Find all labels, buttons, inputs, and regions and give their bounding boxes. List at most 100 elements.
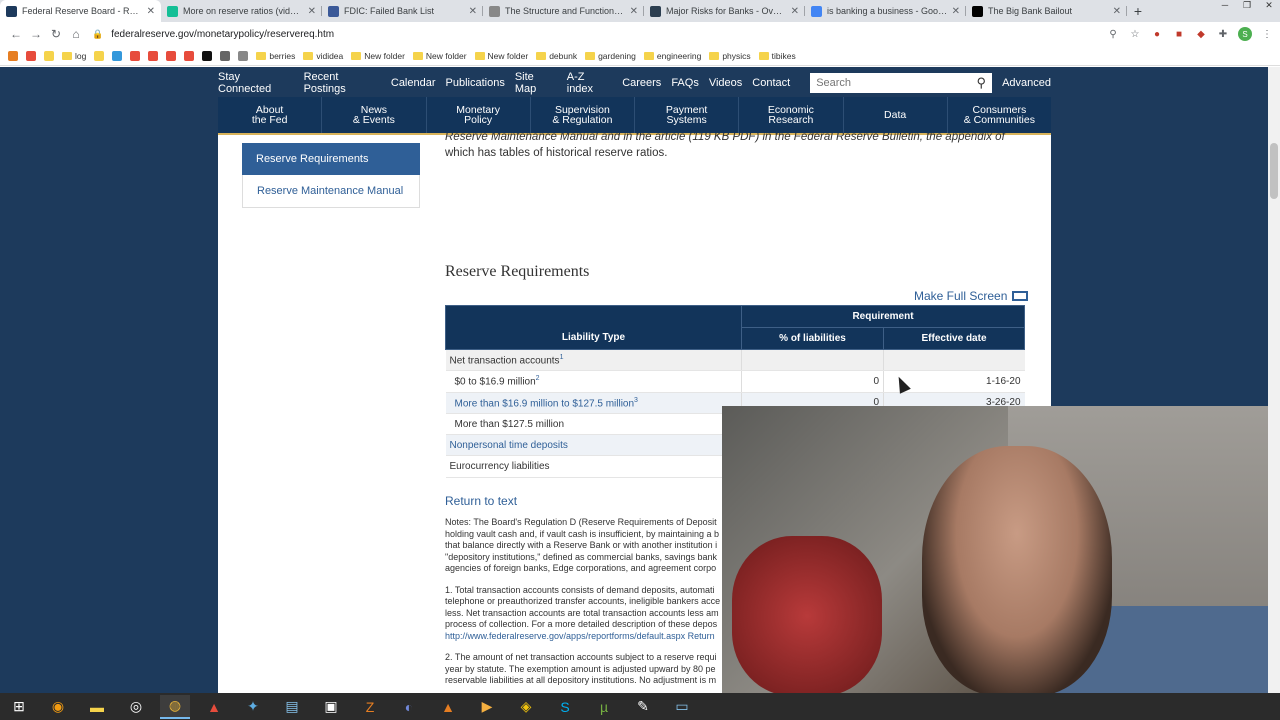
bookmark-favicon-icon[interactable]	[112, 50, 123, 61]
extension-opera-icon[interactable]: ●	[1150, 27, 1164, 41]
footnote-ref[interactable]: 2	[536, 375, 540, 382]
utorrent-icon[interactable]: µ	[589, 695, 619, 719]
zoom-icon[interactable]: ⚲	[1106, 27, 1120, 41]
discord-icon[interactable]: ◐	[394, 695, 424, 719]
utility-link[interactable]: Contact	[752, 77, 790, 89]
bookmark-item[interactable]: New folder	[412, 51, 467, 61]
footnote-ref[interactable]: 1	[560, 354, 564, 361]
bookmark-item[interactable]: physics	[709, 51, 751, 61]
obs-icon[interactable]: ◎	[121, 695, 151, 719]
browser-tab[interactable]: Federal Reserve Board - Reserve ✕	[0, 0, 161, 22]
bookmark-favicon-icon[interactable]	[130, 50, 141, 61]
avatar[interactable]: S	[1238, 27, 1252, 41]
utility-link[interactable]: Recent Postings	[304, 71, 381, 95]
tab-close-icon[interactable]: ✕	[1113, 6, 1121, 17]
main-nav-item[interactable]: Supervision & Regulation	[531, 97, 635, 133]
bookmark-item[interactable]: debunk	[536, 51, 577, 61]
bookmark-item[interactable]: vididea	[303, 51, 343, 61]
browser-tab[interactable]: The Big Bank Bailout ✕	[966, 0, 1127, 22]
search-icon[interactable]: ⚲	[977, 75, 987, 91]
main-nav-item[interactable]: News & Events	[322, 97, 427, 133]
bookmark-favicon-icon[interactable]	[26, 50, 36, 61]
browser-tab[interactable]: More on reserve ratios (video) | K ✕	[161, 0, 322, 22]
utility-link[interactable]: Calendar	[391, 77, 436, 89]
advanced-search-link[interactable]: Advanced	[1002, 77, 1051, 89]
video-editor-icon[interactable]: ▣	[316, 695, 346, 719]
bookmark-favicon-icon[interactable]	[8, 50, 18, 61]
main-nav-item[interactable]: About the Fed	[218, 97, 323, 133]
acrobat-icon[interactable]: ▲	[199, 695, 229, 719]
audio-app-icon[interactable]: ◉	[43, 695, 73, 719]
browser-tab[interactable]: Major Risks for Banks - Overview ✕	[644, 0, 805, 22]
browser-tab[interactable]: is banking a business - Google S ✕	[805, 0, 966, 22]
maximize-icon[interactable]: ❐	[1236, 0, 1258, 14]
page-scrollbar[interactable]	[1268, 67, 1280, 693]
scrollbar-thumb[interactable]	[1270, 143, 1278, 199]
utility-link[interactable]: A-Z index	[567, 71, 612, 95]
main-nav-item[interactable]: Data	[844, 97, 948, 133]
extension-red-icon[interactable]: ■	[1172, 27, 1186, 41]
utility-link[interactable]: FAQs	[671, 77, 699, 89]
bookmark-favicon-icon[interactable]	[220, 50, 231, 61]
bookmark-favicon-icon[interactable]	[166, 50, 177, 61]
close-window-icon[interactable]: ✕	[1258, 0, 1280, 14]
utility-link[interactable]: Videos	[709, 77, 742, 89]
main-nav-item[interactable]: Economic Research	[739, 97, 844, 133]
browser-tab[interactable]: The Structure and Functions of th ✕	[483, 0, 644, 22]
tab-close-icon[interactable]: ✕	[469, 6, 477, 17]
bookmark-item[interactable]: gardening	[585, 51, 636, 61]
return-to-text-link[interactable]: Return to text	[445, 494, 517, 508]
chrome-icon[interactable]: ◍	[160, 694, 190, 719]
star-icon[interactable]: ☆	[1128, 27, 1142, 41]
bookmark-item[interactable]: berries	[256, 51, 295, 61]
bookmark-item[interactable]: engineering	[643, 51, 701, 61]
skype-icon[interactable]: S	[550, 695, 580, 719]
bookmark-item[interactable]: New folder	[474, 51, 528, 61]
bookmark-item[interactable]: tibikes	[758, 51, 796, 61]
windows-start-icon[interactable]: ⊞	[4, 695, 34, 719]
z-app-icon[interactable]: Z	[355, 695, 385, 719]
extensions-puzzle-icon[interactable]: ✚	[1216, 27, 1230, 41]
minimize-icon[interactable]: ─	[1214, 0, 1236, 14]
tool-icon[interactable]: ✎	[628, 695, 658, 719]
file-explorer-icon[interactable]: ▬	[82, 695, 112, 719]
home-icon[interactable]: ⌂	[66, 27, 86, 41]
vlc-icon[interactable]: ▲	[433, 695, 463, 719]
extension-pdf-icon[interactable]: ◆	[1194, 27, 1208, 41]
notepad-icon[interactable]: ▤	[277, 695, 307, 719]
main-nav-item[interactable]: Monetary Policy	[427, 97, 531, 133]
utility-link[interactable]: Publications	[446, 77, 505, 89]
make-full-screen-link[interactable]: Make Full Screen	[914, 289, 1029, 303]
tab-close-icon[interactable]: ✕	[791, 6, 799, 17]
bookmark-favicon-icon[interactable]	[148, 50, 159, 61]
site-search[interactable]: ⚲	[810, 73, 993, 93]
utility-link[interactable]: Site Map	[515, 71, 557, 95]
main-nav-item[interactable]: Consumers & Communities	[948, 97, 1051, 133]
more-menu-icon[interactable]: ⋮	[1260, 27, 1274, 41]
game-icon[interactable]: ◈	[511, 695, 541, 719]
main-nav-item[interactable]: Payment Systems	[635, 97, 740, 133]
utility-link[interactable]: Stay Connected	[218, 71, 294, 95]
utility-link[interactable]: Careers	[622, 77, 661, 89]
footnote-ref[interactable]: 3	[634, 397, 638, 404]
url-field[interactable]: 🔒 federalreserve.gov/monetarypolicy/rese…	[92, 24, 1106, 44]
bookmark-favicon-icon[interactable]	[184, 50, 195, 61]
tab-close-icon[interactable]: ✕	[147, 6, 155, 17]
tab-close-icon[interactable]: ✕	[308, 6, 316, 17]
window-icon[interactable]: ▭	[667, 695, 697, 719]
media-player-icon[interactable]: ▶	[472, 695, 502, 719]
forward-icon[interactable]: →	[26, 27, 46, 41]
bookmark-item[interactable]: log	[62, 51, 86, 61]
bookmark-item[interactable]: New folder	[351, 51, 405, 61]
sidebar-item-reserve-maintenance-manual[interactable]: Reserve Maintenance Manual	[242, 175, 420, 208]
sidebar-item-reserve-requirements[interactable]: Reserve Requirements	[242, 143, 420, 175]
bookmark-favicon-icon[interactable]	[238, 50, 249, 61]
bookmark-favicon-icon[interactable]	[202, 50, 213, 61]
tab-close-icon[interactable]: ✕	[630, 6, 638, 17]
back-icon[interactable]: ←	[6, 27, 26, 41]
bookmark-favicon-icon[interactable]	[94, 50, 105, 61]
search-input[interactable]	[816, 77, 977, 89]
browser-tab[interactable]: FDIC: Failed Bank List ✕	[322, 0, 483, 22]
new-tab-icon[interactable]: +	[1127, 0, 1149, 22]
bookmark-favicon-icon[interactable]	[44, 50, 54, 61]
